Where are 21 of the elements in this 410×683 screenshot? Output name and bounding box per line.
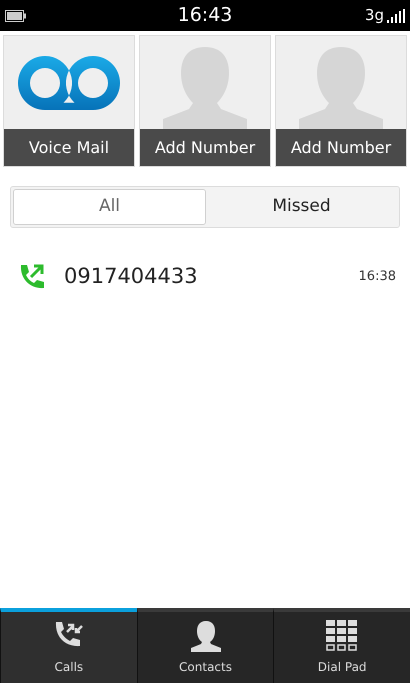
tile-label: Add Number	[140, 129, 270, 166]
speed-dial-tile[interactable]: Voice Mail	[3, 35, 135, 167]
clock: 16:43	[178, 3, 232, 28]
speed-dial-tile[interactable]: Add Number	[275, 35, 407, 167]
tile-label: Add Number	[276, 129, 406, 166]
battery-icon	[5, 10, 27, 22]
tab-bar-tab[interactable]: Calls	[0, 608, 137, 683]
tab-bar-tab[interactable]: Contacts	[136, 608, 274, 683]
phone-number: 0917404433	[64, 263, 199, 290]
filter-tab[interactable]: All	[13, 189, 206, 225]
tile-label: Voice Mail	[4, 129, 134, 166]
call-time: 16:38	[358, 268, 396, 286]
voicemail-icon	[16, 54, 122, 112]
network-type: 3g	[364, 8, 384, 23]
tab-bar-tab[interactable]: Dial Pad	[273, 608, 410, 683]
call-row[interactable]: 0917404433 16:38	[0, 254, 410, 300]
signal-icon	[387, 9, 405, 23]
person-icon	[190, 620, 222, 652]
keypad-icon	[326, 620, 358, 652]
filter-tab[interactable]: Missed	[206, 189, 397, 225]
speed-dial-tile[interactable]: Add Number	[139, 35, 271, 167]
